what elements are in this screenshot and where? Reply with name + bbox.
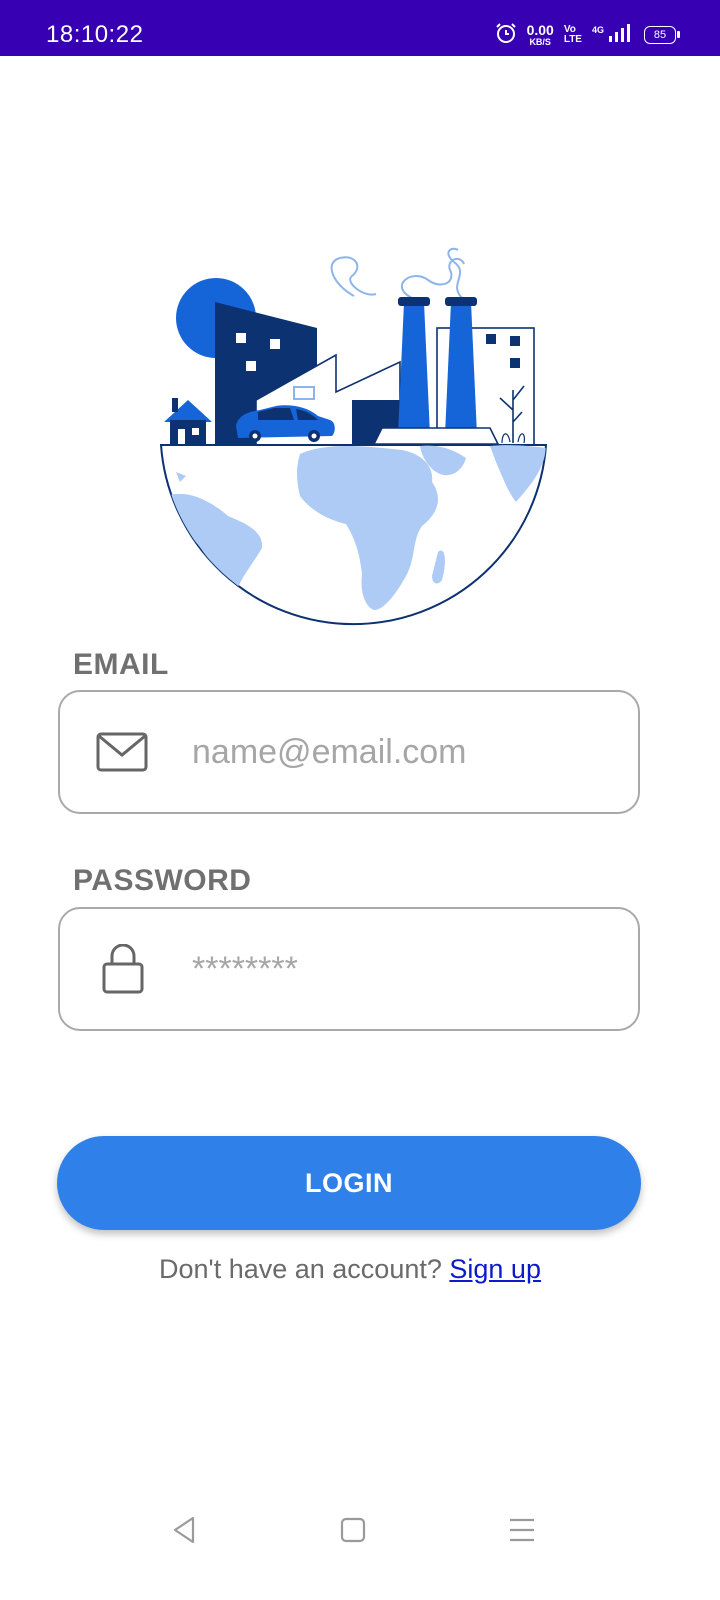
net-speed: 0.00 KB/S [526, 22, 554, 47]
email-label: EMAIL [73, 648, 169, 681]
home-icon[interactable] [333, 1510, 373, 1550]
navigation-bar [0, 1490, 720, 1560]
status-time: 18:10:22 [46, 21, 144, 48]
envelope-icon [96, 692, 148, 812]
alarm-icon [495, 22, 517, 49]
password-input[interactable] [192, 909, 612, 1029]
globe-city-factory-illustration [150, 240, 570, 650]
status-bar: 18:10:22 0.00 KB/S Vo LTE 4G 85 [0, 0, 720, 56]
signup-row: Don't have an account? Sign up [0, 1254, 700, 1285]
menu-icon[interactable] [502, 1510, 542, 1550]
battery-icon: 85 [644, 26, 680, 44]
network-type: 4G [591, 25, 604, 35]
back-icon[interactable] [164, 1510, 204, 1550]
password-field[interactable] [58, 907, 640, 1031]
signup-link[interactable]: Sign up [449, 1254, 541, 1284]
password-label: PASSWORD [73, 864, 252, 897]
login-button[interactable]: LOGIN [57, 1136, 641, 1230]
signup-prompt: Don't have an account? [159, 1254, 442, 1284]
status-icons: 0.00 KB/S Vo LTE 4G 85 [495, 20, 680, 50]
signal-icon [608, 23, 634, 48]
email-field[interactable] [58, 690, 640, 814]
lock-icon [96, 909, 148, 1029]
email-input[interactable] [192, 692, 612, 812]
volte-indicator: Vo LTE [563, 23, 582, 45]
